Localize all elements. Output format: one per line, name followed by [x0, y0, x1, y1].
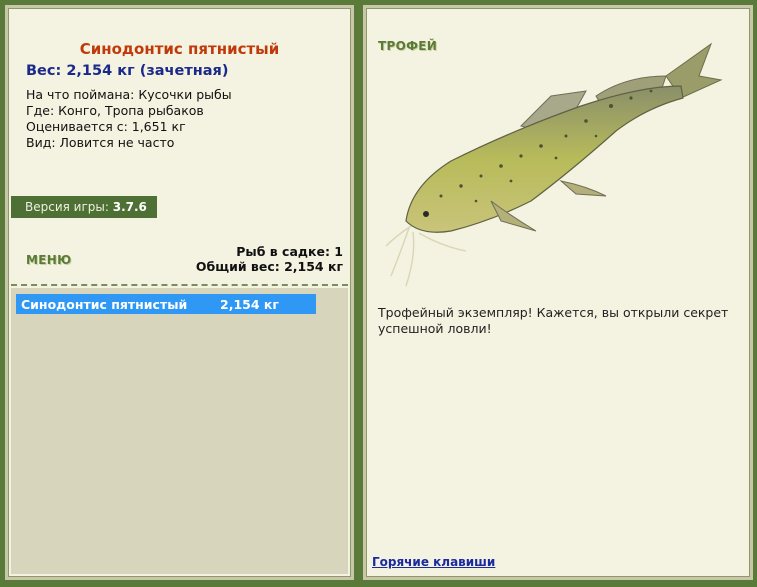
list-item[interactable]: Синодонтис пятнистый 2,154 кг	[16, 294, 316, 314]
trophy-text: Трофейный экземпляр! Кажется, вы открыли…	[378, 305, 729, 336]
value-line: Оценивается с: 1,651 кг	[26, 119, 186, 134]
bait-line: На что поймана: Кусочки рыбы	[26, 87, 232, 102]
fish-info: На что поймана: Кусочки рыбы Где: Конго,…	[26, 87, 232, 151]
right-panel: ТРОФЕЙ Трофейный экземпляр! Кажется, вы …	[363, 5, 753, 580]
left-panel: Синодонтис пятнистый Вес: 2,154 кг (заче…	[5, 5, 354, 580]
total-weight: Общий вес: 2,154 кг	[195, 259, 343, 274]
catch-list[interactable]: Синодонтис пятнистый 2,154 кг	[11, 288, 348, 574]
hotkeys-link[interactable]: Горячие клавиши	[372, 555, 495, 569]
fish-count: Рыб в садке: 1	[236, 244, 343, 259]
menu-button[interactable]: МЕНЮ	[26, 253, 71, 267]
kind-line: Вид: Ловится не часто	[26, 135, 175, 150]
divider	[11, 284, 348, 286]
fish-name-title: Синодонтис пятнистый	[79, 40, 280, 58]
list-item-weight: 2,154 кг	[220, 297, 279, 312]
version-label: Версия игры:	[25, 200, 109, 214]
location-line: Где: Конго, Тропа рыбаков	[26, 103, 204, 118]
list-item-name: Синодонтис пятнистый	[21, 297, 188, 312]
version-value: 3.7.6	[112, 200, 147, 214]
fish-image	[385, 42, 723, 287]
version-badge: Версия игры: 3.7.6	[11, 196, 157, 218]
fish-weight: Вес: 2,154 кг (зачетная)	[26, 63, 229, 79]
cage-stats: Рыб в садке: 1 Общий вес: 2,154 кг	[196, 244, 343, 274]
